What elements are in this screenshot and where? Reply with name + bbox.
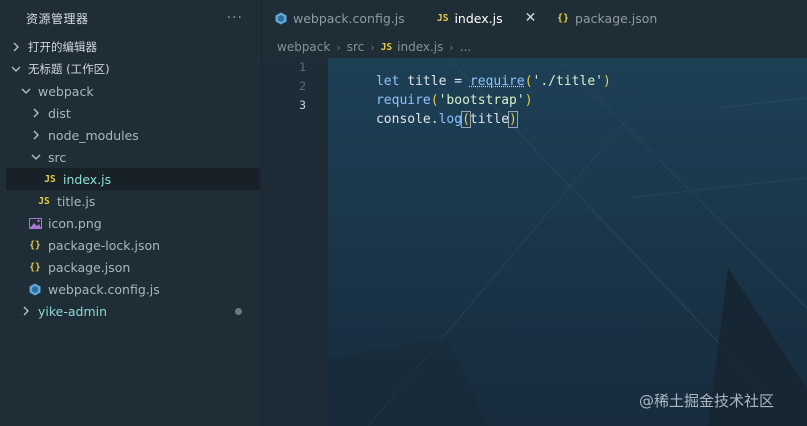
explorer-sidebar: 资源管理器 ··· 打开的编辑器 无标题 (工作区) webpack dist … — [0, 0, 262, 426]
file-label: webpack.config.js — [48, 281, 160, 297]
breadcrumb-item-webpack[interactable]: webpack — [277, 40, 330, 54]
file-label: package-lock.json — [48, 237, 161, 253]
javascript-file-icon: JS — [437, 12, 449, 24]
chevron-right-icon — [10, 41, 22, 53]
explorer-title: 资源管理器 — [26, 11, 89, 26]
workspace-section[interactable]: 无标题 (工作区) — [0, 58, 262, 80]
json-file-icon: {} — [29, 261, 41, 273]
folder-node-modules[interactable]: node_modules — [0, 124, 262, 146]
folder-dist[interactable]: dist — [0, 102, 262, 124]
folder-label: dist — [48, 105, 71, 121]
code-token: './title' — [532, 74, 603, 89]
code-token: title — [469, 112, 510, 127]
workspace-label: 无标题 (工作区) — [28, 62, 110, 76]
more-actions-icon[interactable]: ··· — [227, 10, 243, 26]
code-token: console — [375, 112, 431, 127]
chevron-down-icon — [20, 85, 32, 97]
breadcrumb: webpack › src › JS index.js › ... — [262, 36, 807, 58]
file-index-js[interactable]: JS index.js — [6, 168, 260, 190]
code-token: ) — [602, 74, 611, 89]
open-editors-section[interactable]: 打开的编辑器 — [0, 36, 262, 58]
breadcrumb-item-more[interactable]: ... — [460, 40, 471, 54]
explorer-header: 资源管理器 ··· — [0, 0, 261, 36]
chevron-down-icon — [30, 151, 42, 163]
json-file-icon: {} — [29, 239, 41, 251]
breadcrumb-item-index-js[interactable]: index.js — [397, 40, 443, 54]
chevron-right-icon — [20, 305, 32, 317]
chevron-down-icon — [10, 63, 22, 75]
chevron-right-icon: › — [449, 40, 454, 54]
tab-label: webpack.config.js — [293, 10, 405, 26]
folder-src[interactable]: src — [0, 146, 262, 168]
file-title-js[interactable]: JS title.js — [0, 190, 262, 212]
line-number-gutter: 1 2 3 — [262, 58, 328, 426]
tab-index-js[interactable]: JS index.js ✕ — [437, 0, 536, 36]
file-package-lock-json[interactable]: {} package-lock.json — [0, 234, 262, 256]
folder-yike-admin[interactable]: yike-admin — [0, 300, 262, 322]
tab-webpack-config-js[interactable]: webpack.config.js — [275, 0, 405, 36]
tab-label: package.json — [575, 10, 658, 26]
watermark: @稀土掘金技术社区 — [639, 392, 775, 410]
code-token: ( — [461, 111, 471, 128]
tab-label: index.js — [454, 10, 503, 26]
tab-package-json[interactable]: {} package.json — [557, 0, 657, 36]
chevron-right-icon: › — [336, 40, 341, 54]
file-label: title.js — [57, 193, 96, 209]
folder-label: yike-admin — [38, 303, 108, 319]
close-icon[interactable]: ✕ — [525, 10, 537, 26]
code-editor[interactable]: 1 2 3 let title = require('./title') req… — [262, 58, 807, 426]
webpack-cube-icon — [28, 283, 42, 296]
file-package-json[interactable]: {} package.json — [0, 256, 262, 278]
line-number: 2 — [299, 79, 306, 93]
line-number: 3 — [299, 98, 306, 112]
file-webpack-config-js[interactable]: webpack.config.js — [0, 278, 262, 300]
chevron-right-icon: › — [370, 40, 375, 54]
code-token: . — [430, 112, 439, 127]
code-token: log — [438, 112, 463, 127]
code-area[interactable]: let title = require('./title') require('… — [328, 58, 807, 426]
line-number: 1 — [299, 60, 306, 74]
editor-tab-bar: webpack.config.js JS index.js ✕ {} packa… — [262, 0, 807, 36]
file-label: icon.png — [48, 215, 102, 231]
text-cursor — [516, 112, 518, 127]
modified-dot-icon — [235, 308, 242, 315]
chevron-right-icon — [30, 107, 42, 119]
folder-label: src — [48, 149, 67, 165]
code-line-3[interactable]: console.log(title) — [329, 97, 518, 142]
breadcrumb-item-src[interactable]: src — [347, 40, 365, 54]
file-icon-png[interactable]: icon.png — [0, 212, 262, 234]
javascript-file-icon: JS — [380, 41, 393, 53]
webpack-cube-icon — [275, 12, 287, 25]
code-token: ) — [508, 111, 518, 128]
open-editors-label: 打开的编辑器 — [28, 40, 97, 54]
javascript-file-icon: JS — [44, 173, 56, 185]
chevron-right-icon — [30, 129, 42, 141]
folder-label: webpack — [38, 83, 94, 99]
json-file-icon: {} — [557, 12, 570, 24]
code-token: ) — [524, 93, 533, 108]
javascript-file-icon: JS — [38, 195, 50, 207]
image-file-icon — [28, 217, 42, 229]
file-label: index.js — [63, 171, 112, 187]
folder-label: node_modules — [48, 127, 139, 143]
folder-webpack[interactable]: webpack — [0, 80, 262, 102]
file-label: package.json — [48, 259, 131, 275]
